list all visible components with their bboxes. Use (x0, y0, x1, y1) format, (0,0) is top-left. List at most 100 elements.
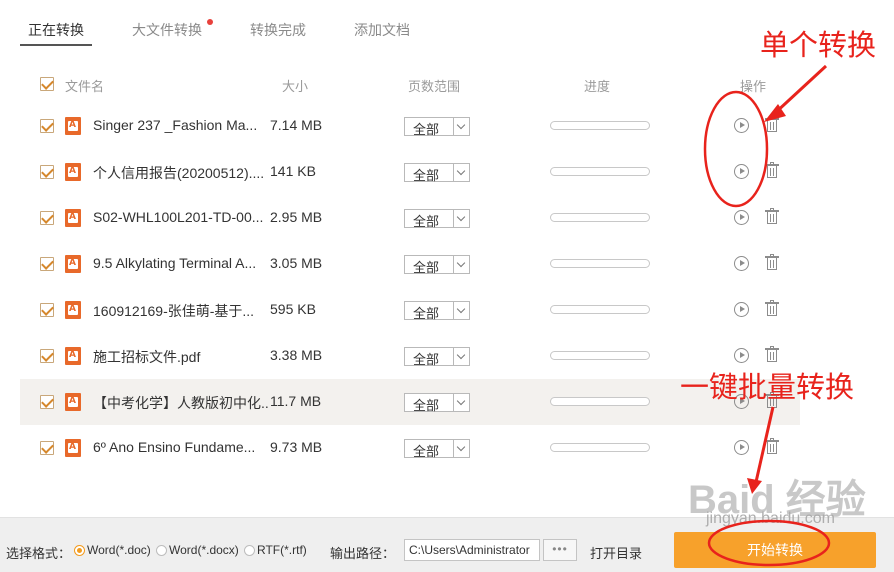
file-size: 141 KB (270, 163, 316, 179)
file-list: Singer 237 _Fashion Ma...7.14 MB全部个人信用报告… (20, 103, 800, 471)
trash-icon[interactable] (765, 254, 779, 271)
play-circle-icon[interactable] (734, 118, 749, 133)
file-name: 施工招标文件.pdf (93, 349, 201, 365)
chevron-down-icon[interactable] (453, 302, 469, 319)
page-range-select[interactable]: 全部 (404, 393, 470, 413)
file-checkbox[interactable] (40, 165, 54, 179)
output-path-input[interactable] (404, 539, 540, 561)
chevron-down-icon[interactable] (453, 210, 469, 227)
bottom-toolbar: 选择格式： Word(*.doc) Word(*.docx) RTF(*.rtf… (0, 517, 894, 572)
file-row[interactable]: 个人信用报告(20200512).... 141 KB 全部 (20, 149, 800, 195)
file-checkbox[interactable] (40, 119, 54, 133)
page-range-value: 全部 (413, 398, 440, 413)
pdf-file-icon (65, 439, 81, 457)
tab-label: 正在转换 (28, 22, 84, 38)
page-range-select[interactable]: 全部 (404, 439, 470, 459)
play-circle-icon[interactable] (734, 210, 749, 225)
progress-bar (550, 351, 650, 360)
chevron-down-icon[interactable] (453, 118, 469, 135)
page-range-select[interactable]: 全部 (404, 163, 470, 183)
file-name: 9.5 Alkylating Terminal A... (93, 255, 257, 271)
trash-icon[interactable] (765, 346, 779, 363)
tab-label: 大文件转换 (132, 22, 202, 38)
column-size-header: 大小 (282, 79, 309, 94)
column-actions-header: 操作 (740, 79, 767, 94)
file-checkbox[interactable] (40, 211, 54, 225)
single-convert-annotation: 单个转换 (760, 28, 877, 62)
chevron-down-icon[interactable] (453, 394, 469, 411)
tab-completed[interactable]: 转换完成 (242, 14, 314, 46)
format-radio-rtf[interactable] (244, 545, 255, 556)
page-range-value: 全部 (413, 352, 440, 367)
pdf-file-icon (65, 163, 81, 181)
pdf-file-icon (65, 393, 81, 411)
play-circle-icon[interactable] (734, 440, 749, 455)
file-row[interactable]: 160912169-张佳萌-基于... 595 KB 全部 (20, 287, 800, 333)
file-checkbox[interactable] (40, 257, 54, 271)
progress-bar (550, 397, 650, 406)
pdf-file-icon (65, 301, 81, 319)
format-radio-doc[interactable] (74, 545, 85, 556)
chevron-down-icon[interactable] (453, 348, 469, 365)
open-directory-link[interactable]: 打开目录 (590, 543, 642, 562)
chevron-down-icon[interactable] (453, 164, 469, 181)
play-circle-icon[interactable] (734, 348, 749, 363)
file-row[interactable]: 6º Ano Ensino Fundame... 9.73 MB 全部 (20, 425, 800, 471)
play-circle-icon[interactable] (734, 256, 749, 271)
file-row[interactable]: 施工招标文件.pdf 3.38 MB 全部 (20, 333, 800, 379)
page-range-select[interactable]: 全部 (404, 255, 470, 275)
chevron-down-icon[interactable] (453, 256, 469, 273)
play-circle-icon[interactable] (734, 164, 749, 179)
trash-icon[interactable] (765, 208, 779, 225)
pdf-file-icon (65, 347, 81, 365)
file-checkbox[interactable] (40, 349, 54, 363)
pdf-file-icon (65, 255, 81, 273)
column-pages-header: 页数范围 (408, 79, 461, 94)
progress-bar (550, 259, 650, 268)
file-size: 595 KB (270, 301, 316, 317)
play-circle-icon[interactable] (734, 394, 749, 409)
file-row[interactable]: Singer 237 _Fashion Ma... 7.14 MB 全部 (20, 103, 800, 149)
chevron-down-icon[interactable] (453, 440, 469, 457)
file-name: S02-WHL100L201-TD-00... (93, 209, 264, 225)
trash-icon[interactable] (765, 162, 779, 179)
tab-large-file[interactable]: 大文件转换 (124, 14, 213, 46)
tab-converting[interactable]: 正在转换 (20, 14, 92, 46)
page-range-select[interactable]: 全部 (404, 117, 470, 137)
table-header: 文件名 大小 页数范围 进度 操作 (20, 70, 800, 98)
select-all-checkbox[interactable] (40, 77, 54, 91)
file-size: 9.73 MB (270, 439, 323, 455)
file-row[interactable]: 【中考化学】人教版初中化...11.7 MB 全部 (20, 379, 800, 425)
format-radio-docx-label[interactable]: Word(*.docx) (169, 543, 239, 557)
trash-icon[interactable] (765, 116, 779, 133)
file-checkbox[interactable] (40, 395, 54, 409)
browse-path-button[interactable]: ••• (543, 539, 577, 561)
pdf-file-icon (65, 209, 81, 227)
file-row[interactable]: 9.5 Alkylating Terminal A... 3.05 MB 全部 (20, 241, 800, 287)
start-conversion-button[interactable]: 开始转换 (674, 532, 876, 568)
trash-icon[interactable] (765, 438, 779, 455)
page-range-select[interactable]: 全部 (404, 347, 470, 367)
trash-icon[interactable] (765, 300, 779, 317)
file-name: Singer 237 _Fashion Ma... (93, 117, 258, 133)
file-size: 11.7 MB (270, 393, 322, 409)
file-checkbox[interactable] (40, 441, 54, 455)
output-path-label: 输出路径： (330, 546, 396, 561)
batch-convert-arrow-head (747, 478, 762, 494)
file-size: 2.95 MB (270, 209, 323, 225)
page-range-select[interactable]: 全部 (404, 209, 470, 229)
format-label: 选择格式： (6, 546, 72, 561)
format-radio-doc-label[interactable]: Word(*.doc) (87, 543, 151, 557)
progress-bar (550, 121, 650, 130)
format-radio-rtf-label[interactable]: RTF(*.rtf) (257, 543, 307, 557)
file-row[interactable]: S02-WHL100L201-TD-00... 2.95 MB 全部 (20, 195, 800, 241)
file-size: 3.05 MB (270, 255, 323, 271)
trash-icon[interactable] (765, 392, 779, 409)
play-circle-icon[interactable] (734, 302, 749, 317)
column-progress-header: 进度 (584, 79, 611, 94)
page-range-select[interactable]: 全部 (404, 301, 470, 321)
page-range-value: 全部 (413, 260, 440, 275)
format-radio-docx[interactable] (156, 545, 167, 556)
tab-add-document[interactable]: 添加文档 (346, 14, 418, 46)
file-checkbox[interactable] (40, 303, 54, 317)
